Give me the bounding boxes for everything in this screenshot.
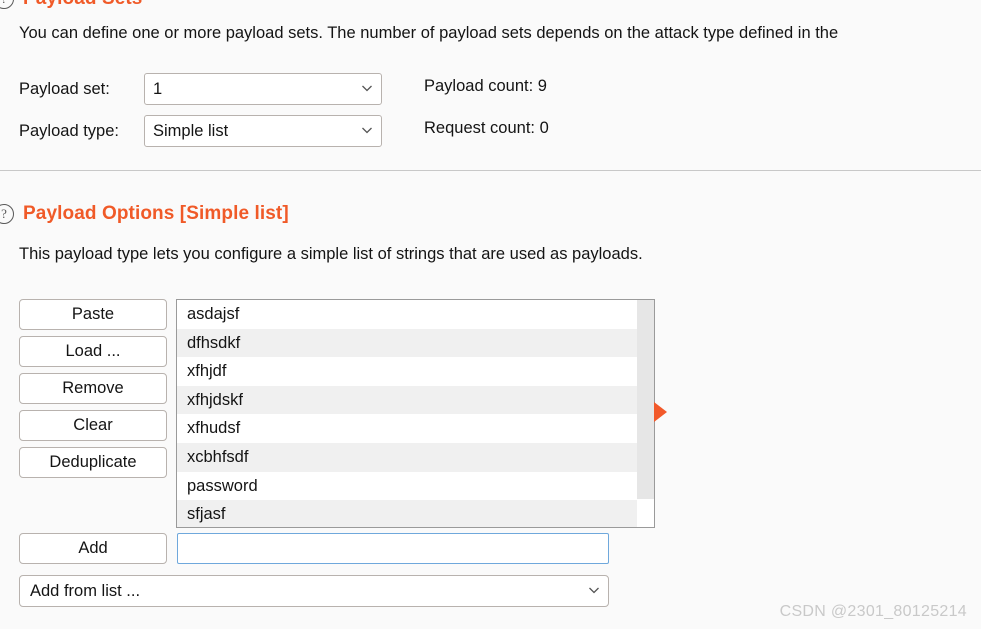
request-count-label: Request count: 0 [424,119,549,137]
add-payload-input[interactable] [177,533,609,564]
payload-set-row: Payload set: 1 [19,73,382,105]
payload-options-header: ? Payload Options [Simple list] [0,203,289,225]
watermark-text: CSDN @2301_80125214 [779,603,967,620]
payload-list-rows: asdajsf dfhsdkf xfhjdf xfhjdskf xfhudsf xcbhf… [177,300,654,527]
add-payload-row: Add [19,533,609,564]
question-circle-icon[interactable]: ? [0,0,14,9]
payload-action-buttons: Paste Load ... Remove Clear Deduplicate [19,299,167,478]
payload-type-row: Payload type: Simple list [19,115,382,147]
paste-button[interactable]: Paste [19,299,167,330]
payload-list-item[interactable]: xfhjdskf [177,385,654,415]
payload-type-label: Payload type: [19,121,119,140]
add-from-list-label: Add from list ... [30,581,141,600]
deduplicate-button[interactable]: Deduplicate [19,447,167,478]
chevron-down-icon [588,584,599,595]
payload-list-item[interactable]: xfhjdf [177,357,654,386]
payload-list-box[interactable]: asdajsf dfhsdkf xfhjdf xfhjdskf xfhudsf xcbhf… [176,299,655,528]
triangle-right-icon [654,402,667,422]
payload-sets-description: You can define one or more payload sets.… [19,24,839,42]
payload-options-description: This payload type lets you configure a s… [19,245,643,263]
chevron-down-icon [361,82,372,93]
payload-list-item[interactable]: xcbhfsdf [177,442,654,472]
question-circle-icon[interactable]: ? [0,204,14,224]
scrollbar-thumb[interactable] [637,300,654,499]
clear-button[interactable]: Clear [19,410,167,441]
payload-sets-section: ? Payload Sets You can define one or mor… [0,0,981,171]
payload-list-item[interactable]: dfhsdkf [177,328,654,358]
payload-set-label: Payload set: [19,79,110,98]
vertical-scrollbar[interactable] [637,300,654,527]
payload-set-dropdown[interactable]: 1 [144,73,382,105]
payload-count-label: Payload count: 9 [424,77,547,95]
payload-list-item[interactable]: password [177,471,654,501]
payload-type-value: Simple list [153,121,229,140]
add-from-list-dropdown[interactable]: Add from list ... [19,575,609,607]
payload-type-dropdown[interactable]: Simple list [144,115,382,147]
payload-set-value: 1 [153,79,163,98]
payload-sets-header: ? Payload Sets [0,0,142,10]
add-button[interactable]: Add [19,533,167,564]
payload-list-item[interactable]: xfhudsf [177,414,654,443]
payload-list-item[interactable]: asdajsf [177,300,654,329]
payload-sets-title: Payload Sets [23,0,142,10]
remove-button[interactable]: Remove [19,373,167,404]
payload-list-item[interactable]: sfjasf [177,500,654,527]
load-button[interactable]: Load ... [19,336,167,367]
chevron-down-icon [361,124,372,135]
payload-options-title: Payload Options [Simple list] [23,203,289,224]
